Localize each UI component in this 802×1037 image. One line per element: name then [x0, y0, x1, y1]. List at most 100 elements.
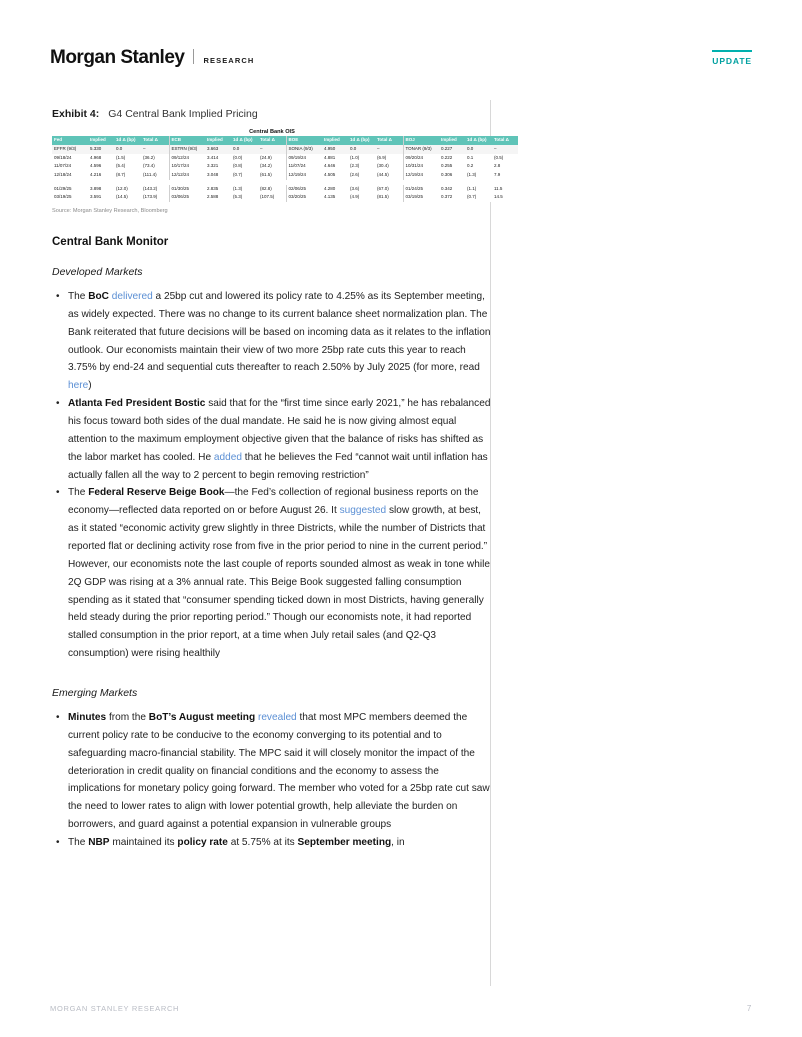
- body-text: maintained its: [109, 837, 178, 849]
- body-text: The: [68, 837, 89, 849]
- table-cell: 0.0: [231, 144, 258, 154]
- document-content: Exhibit 4: G4 Central Bank Implied Pricin…: [52, 108, 518, 852]
- emphasis-text: September meeting: [297, 837, 392, 849]
- table-cell: 12/18/24: [52, 170, 88, 180]
- table-cell: 4.950: [322, 144, 348, 154]
- body-text: The: [68, 291, 89, 302]
- list-item: The BoC delivered a 25bp cut and lowered…: [56, 288, 492, 395]
- table-cell: EFFR (9/3): [52, 144, 88, 154]
- table-cell: 2.588: [205, 193, 231, 202]
- table-cell: (107.5): [258, 193, 286, 202]
- page-title: Central Bank Monitor: [52, 236, 169, 248]
- inline-link[interactable]: revealed: [258, 712, 297, 723]
- table-cell: (67.0): [375, 184, 403, 194]
- list-item: The Federal Reserve Beige Book—the Fed’s…: [56, 484, 492, 663]
- exhibit-source: Source: Morgan Stanley Research, Bloombe…: [52, 208, 168, 214]
- table-cell: (73.4): [141, 162, 169, 171]
- emphasis-text: policy rate: [177, 837, 228, 849]
- table-column-header: Fed: [52, 136, 88, 145]
- table-cell: 14.5: [492, 193, 518, 202]
- page-number: 7: [746, 1004, 752, 1013]
- table-cell: 12/19/24: [285, 170, 322, 180]
- table-cell: 03/20/25: [285, 193, 322, 202]
- inline-link[interactable]: suggested: [340, 505, 387, 516]
- body-text: , in: [391, 837, 405, 849]
- inline-link[interactable]: here: [68, 380, 88, 391]
- table-cell: (1.0): [348, 153, 375, 163]
- table-cell: 3.591: [88, 193, 114, 202]
- table-cell: 0.0: [114, 144, 141, 154]
- table-cell: 4.596: [88, 162, 114, 171]
- table-cell: (5.3): [231, 193, 258, 202]
- table-cell: 12/19/24: [402, 170, 439, 180]
- table-cell: 03/19/25: [402, 193, 439, 202]
- table-column-header: BOE: [285, 136, 322, 145]
- table-column-header: 1d Δ (bp): [114, 136, 141, 145]
- table-row: EFFR (9/3) 5.330 0.0– ESTRN (9/3) 3.663 0.0– S…: [52, 144, 518, 154]
- table-cell: (1.3): [231, 184, 258, 194]
- table-cell: (81.5): [375, 193, 403, 202]
- body-text: that most MPC members deemed the current…: [68, 712, 490, 831]
- table-cell: (44.5): [375, 170, 403, 180]
- table-cell: (36.2): [141, 153, 169, 163]
- table-column-header: Implied: [439, 136, 465, 145]
- table-column-header: Implied: [88, 136, 114, 145]
- table-header-row: Fed Implied 1d Δ (bp) Total Δ ECB Implied 1d Δ…: [52, 136, 518, 145]
- table-cell: 01/24/25: [402, 184, 439, 194]
- table-column-header: BOJ: [402, 136, 439, 145]
- table-cell: (4.9): [348, 193, 375, 202]
- table-cell: 02/06/25: [285, 184, 322, 194]
- list-item: Atlanta Fed President Bostic said that f…: [56, 395, 492, 484]
- table-cell: 4.968: [88, 153, 114, 163]
- table-cell: (2.3): [348, 162, 375, 171]
- table-cell: (3.6): [348, 184, 375, 194]
- table-cell: 01/30/25: [168, 184, 205, 194]
- table-cell: (5.4): [114, 162, 141, 171]
- table-cell: 11.5: [492, 184, 518, 194]
- brand-divider: [193, 49, 195, 64]
- table-cell: TONAR (9/3): [402, 144, 439, 154]
- table-cell: 5.330: [88, 144, 114, 154]
- table-row: 01/29/25 3.898 (12.0) (143.2) 01/30/25 2.835(…: [52, 184, 518, 194]
- table-cell: 03/06/25: [168, 193, 205, 202]
- table-column-header: 1d Δ (bp): [348, 136, 375, 145]
- page-footer: MORGAN STANLEY RESEARCH 7: [50, 1004, 752, 1013]
- table-cell: 4.881: [322, 153, 348, 163]
- table-cell: 2.835: [205, 184, 231, 194]
- developed-markets-heading: Developed Markets: [52, 266, 143, 278]
- list-item: The NBP maintained its policy rate at 5.…: [56, 834, 492, 852]
- table-cell: (61.5): [258, 170, 286, 180]
- table-cell: 3.663: [205, 144, 231, 154]
- emerging-markets-heading: Emerging Markets: [52, 687, 138, 700]
- table-cell: (82.8): [258, 184, 286, 194]
- table-column-header: Total Δ: [258, 136, 286, 145]
- table-cell: 0.0: [465, 144, 492, 154]
- table-column-header: Total Δ: [141, 136, 169, 145]
- table-cell: 0.2: [465, 162, 492, 171]
- table-cell: –: [258, 144, 286, 154]
- table-cell: 01/29/25: [52, 184, 88, 194]
- table-cell: (2.6): [348, 170, 375, 180]
- body-text: slow growth, at best, as it stated “econ…: [68, 505, 490, 660]
- exhibit-title: Exhibit 4: G4 Central Bank Implied Pricin…: [52, 108, 492, 120]
- inline-link[interactable]: delivered: [112, 291, 153, 302]
- table-cell: (0.0): [231, 153, 258, 163]
- table-row: 12/18/24 4.216 (8.7) (111.4) 12/12/24 3.048 (0…: [52, 170, 518, 180]
- table-cell: 03/19/25: [52, 193, 88, 202]
- table-cell: (1.1): [465, 184, 492, 194]
- exhibit-name: G4 Central Bank Implied Pricing: [108, 108, 258, 120]
- table-cell: (0.5): [492, 153, 518, 163]
- table-cell: (30.4): [375, 162, 403, 171]
- table-cell: (1.5): [114, 153, 141, 163]
- inline-link[interactable]: added: [214, 452, 242, 463]
- table-cell: 10/17/24: [168, 162, 205, 171]
- table-cell: 3.898: [88, 184, 114, 194]
- table-cell: 4.135: [322, 193, 348, 202]
- table-column-header: Total Δ: [375, 136, 403, 145]
- table-row: 11/07/24 4.596 (5.4) (73.4) 10/17/24 3.321 (0.…: [52, 162, 518, 171]
- table-cell: 3.048: [205, 170, 231, 180]
- body-text: at 5.75% at its: [227, 837, 298, 849]
- table-cell: 0.0: [348, 144, 375, 154]
- table-cell: 09/12/24: [168, 153, 205, 163]
- table-column-header: 1d Δ (bp): [465, 136, 492, 145]
